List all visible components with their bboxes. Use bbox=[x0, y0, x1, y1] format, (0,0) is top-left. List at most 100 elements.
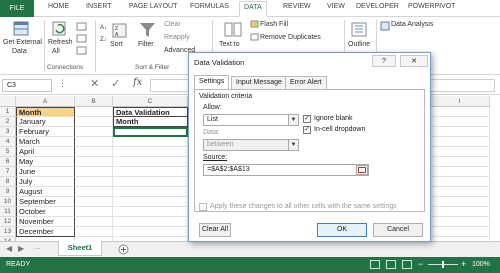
insert-function-icon[interactable]: fx bbox=[133, 77, 142, 88]
filter-button[interactable]: Filter bbox=[138, 41, 154, 48]
cell[interactable] bbox=[430, 147, 490, 157]
new-sheet-icon[interactable] bbox=[118, 244, 129, 255]
cell-a[interactable]: April bbox=[16, 147, 75, 157]
allow-select[interactable]: List ▼ bbox=[203, 114, 299, 126]
flash-fill-button[interactable]: Flash Fill bbox=[260, 21, 288, 28]
tab-insert[interactable]: INSERT bbox=[86, 3, 112, 10]
cell[interactable] bbox=[430, 227, 490, 237]
cell-a[interactable]: Month bbox=[16, 107, 75, 117]
cell-a[interactable]: June bbox=[16, 167, 75, 177]
normal-view-icon[interactable] bbox=[370, 260, 380, 269]
tab-review[interactable]: REVIEW bbox=[283, 3, 311, 10]
cell-a[interactable]: February bbox=[16, 127, 75, 137]
reapply-button[interactable]: Reapply bbox=[164, 34, 190, 41]
clear-button[interactable]: Clear bbox=[164, 21, 181, 28]
sheet-tab-sheet1[interactable]: Sheet1 bbox=[58, 241, 102, 256]
cell[interactable] bbox=[113, 167, 188, 177]
cell[interactable] bbox=[75, 227, 113, 237]
page-break-view-icon[interactable] bbox=[402, 260, 412, 269]
cell[interactable] bbox=[75, 207, 113, 217]
column-header-c[interactable]: C bbox=[113, 96, 188, 107]
tab-powerpivot[interactable]: POWERPIVOT bbox=[408, 3, 455, 10]
cell[interactable] bbox=[75, 107, 113, 117]
cell[interactable] bbox=[75, 137, 113, 147]
cell[interactable] bbox=[113, 207, 188, 217]
cell[interactable] bbox=[430, 157, 490, 167]
row-header[interactable]: 9 bbox=[0, 187, 16, 197]
column-header-i[interactable]: I bbox=[430, 96, 490, 107]
cell[interactable] bbox=[430, 167, 490, 177]
cell[interactable] bbox=[113, 227, 188, 237]
cell-a[interactable]: November bbox=[16, 217, 75, 227]
cell-c2[interactable]: Month bbox=[113, 117, 188, 127]
cell[interactable] bbox=[75, 147, 113, 157]
close-button[interactable]: ✕ bbox=[400, 55, 428, 67]
cell-c3-selected[interactable] bbox=[113, 127, 188, 137]
cell-a[interactable]: January bbox=[16, 117, 75, 127]
zoom-slider-thumb[interactable] bbox=[442, 261, 444, 268]
tab-data[interactable]: DATA bbox=[239, 1, 267, 17]
cell[interactable] bbox=[430, 197, 490, 207]
collapse-dialog-icon[interactable] bbox=[356, 165, 368, 175]
row-header[interactable]: 10 bbox=[0, 197, 16, 207]
cancel-button[interactable]: Cancel bbox=[373, 223, 423, 237]
cell[interactable] bbox=[75, 197, 113, 207]
tab-view[interactable]: VIEW bbox=[327, 3, 345, 10]
help-button[interactable]: ? bbox=[372, 55, 396, 67]
get-external-data-button[interactable]: Get External bbox=[3, 39, 42, 46]
apply-all-checkbox[interactable] bbox=[199, 203, 207, 211]
tab-home[interactable]: HOME bbox=[48, 3, 69, 10]
row-header[interactable]: 11 bbox=[0, 207, 16, 217]
data-select[interactable]: between ▼ bbox=[203, 139, 299, 151]
data-analysis-button[interactable]: Data Analysis bbox=[391, 21, 433, 28]
row-header[interactable]: 12 bbox=[0, 217, 16, 227]
row-header[interactable]: 5 bbox=[0, 147, 16, 157]
zoom-out-icon[interactable]: − bbox=[418, 259, 423, 269]
source-input[interactable]: =$A$2:$A$13 bbox=[203, 164, 369, 176]
cell-a[interactable]: August bbox=[16, 187, 75, 197]
cell[interactable] bbox=[75, 157, 113, 167]
cell[interactable] bbox=[75, 217, 113, 227]
cell[interactable] bbox=[113, 187, 188, 197]
cell[interactable] bbox=[75, 167, 113, 177]
page-layout-view-icon[interactable] bbox=[386, 260, 396, 269]
clear-all-button[interactable]: Clear All bbox=[199, 223, 231, 237]
cell[interactable] bbox=[430, 187, 490, 197]
cell[interactable] bbox=[430, 127, 490, 137]
row-header[interactable]: 4 bbox=[0, 137, 16, 147]
cell[interactable] bbox=[75, 127, 113, 137]
tab-input-message[interactable]: Input Message bbox=[231, 76, 287, 89]
name-box[interactable]: C3 bbox=[2, 79, 52, 92]
tab-error-alert[interactable]: Error Alert bbox=[285, 76, 327, 89]
zoom-in-icon[interactable]: + bbox=[461, 259, 466, 269]
tab-developer[interactable]: DEVELOPER bbox=[356, 3, 399, 10]
cell-a[interactable]: May bbox=[16, 157, 75, 167]
row-header[interactable]: 3 bbox=[0, 127, 16, 137]
remove-duplicates-button[interactable]: Remove Duplicates bbox=[260, 34, 321, 41]
row-header[interactable]: 7 bbox=[0, 167, 16, 177]
row-header[interactable]: 6 bbox=[0, 157, 16, 167]
cell[interactable] bbox=[113, 217, 188, 227]
ok-button[interactable]: OK bbox=[317, 223, 367, 237]
ignore-blank-checkbox[interactable]: ✓ bbox=[303, 115, 311, 123]
tab-formulas[interactable]: FORMULAS bbox=[190, 3, 229, 10]
tab-file[interactable]: FILE bbox=[0, 0, 34, 17]
column-header-b[interactable]: B bbox=[75, 96, 113, 107]
confirm-entry-icon[interactable]: ✓ bbox=[111, 77, 120, 90]
cell-a[interactable]: September bbox=[16, 197, 75, 207]
outline-button[interactable]: Outline bbox=[348, 41, 370, 48]
cell[interactable] bbox=[430, 137, 490, 147]
cell-a[interactable]: October bbox=[16, 207, 75, 217]
cell[interactable] bbox=[430, 207, 490, 217]
refresh-all-button[interactable]: Refresh bbox=[48, 39, 73, 46]
cell[interactable] bbox=[113, 197, 188, 207]
cell[interactable] bbox=[75, 187, 113, 197]
incell-dropdown-checkbox[interactable]: ✓ bbox=[303, 126, 311, 134]
tab-page-layout[interactable]: PAGE LAYOUT bbox=[129, 3, 177, 10]
column-header-a[interactable]: A bbox=[16, 96, 75, 107]
sort-button[interactable]: Sort bbox=[110, 41, 123, 48]
text-to-columns-button[interactable]: Text to bbox=[219, 41, 240, 48]
cell[interactable] bbox=[113, 137, 188, 147]
sheet-scroll-right-icon[interactable]: ▶ bbox=[18, 244, 24, 253]
sheet-tabs-more-icon[interactable]: … bbox=[34, 244, 41, 251]
